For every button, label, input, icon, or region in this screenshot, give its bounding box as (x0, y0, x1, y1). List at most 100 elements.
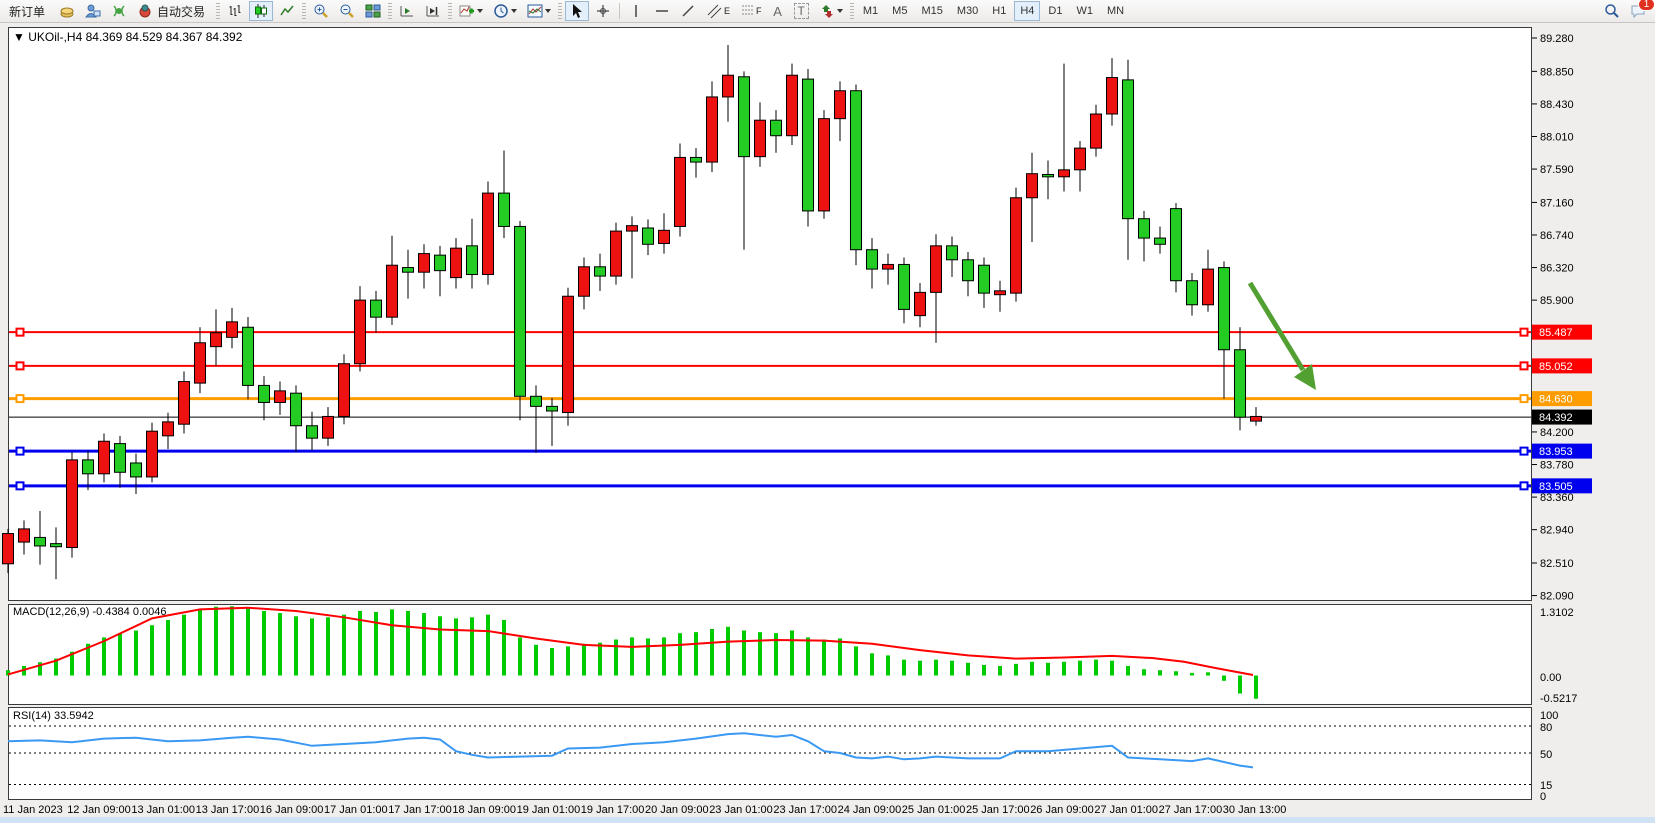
line-handle[interactable] (1521, 329, 1528, 336)
cursor-tool-button[interactable] (565, 1, 589, 21)
time-axis-label: 25 Jan 17:00 (966, 804, 1030, 816)
timeframe-H4[interactable]: H4 (1014, 1, 1040, 21)
line-chart-icon (279, 3, 295, 19)
axis-tick-label: 1.3102 (1540, 607, 1574, 619)
line-handle[interactable] (17, 395, 24, 402)
symbol-dropdown-icon[interactable]: ▼ (13, 30, 25, 44)
axis-tick-label: 100 (1540, 710, 1558, 722)
line-handle[interactable] (17, 482, 24, 489)
channel-letter: E (724, 6, 730, 16)
axis-tick-label: 80 (1540, 722, 1552, 734)
candle-body (403, 268, 414, 273)
candle-body (483, 193, 494, 274)
time-axis-label: 30 Jan 13:00 (1223, 804, 1287, 816)
candle-body (1187, 281, 1198, 305)
chart-shift-button[interactable] (421, 1, 445, 21)
axis-price-badge-label: 83.505 (1539, 481, 1573, 493)
tile-windows-icon (365, 3, 381, 19)
candle-body (531, 396, 542, 406)
axis-tick-label: 88.010 (1540, 131, 1574, 143)
candle-body (419, 254, 430, 273)
zoom-in-button[interactable] (309, 1, 333, 21)
line-handle[interactable] (17, 362, 24, 369)
axis-tick-label: -0.5217 (1540, 693, 1577, 705)
candle-body (323, 416, 334, 438)
timeframe-H1[interactable]: H1 (986, 1, 1012, 21)
timeframe-MN[interactable]: MN (1101, 1, 1130, 21)
zoom-out-button[interactable] (335, 1, 359, 21)
candle-body (675, 157, 686, 226)
candle-body (1059, 170, 1070, 177)
line-handle[interactable] (1521, 482, 1528, 489)
chat-button[interactable]: 1 (1626, 1, 1651, 21)
candle-body (1075, 148, 1086, 170)
hline-tool-button[interactable] (650, 1, 674, 21)
main-toolbar: 新订单 自动交易 (0, 0, 1655, 23)
timeframe-group: M1M5M15M30H1H4D1W1MN (856, 1, 1131, 21)
candle-body (1123, 80, 1134, 219)
market-watch-icon[interactable] (55, 1, 79, 21)
channel-tool-button[interactable]: E (702, 1, 734, 21)
label-tool-button[interactable]: T (790, 1, 813, 21)
line-handle[interactable] (1521, 448, 1528, 455)
axis-price-badge-label: 83.953 (1539, 446, 1573, 458)
candle-body (179, 382, 190, 425)
auto-trading-button[interactable]: 自动交易 (133, 1, 213, 21)
data-window-button[interactable] (81, 1, 105, 21)
candle-body (83, 460, 94, 474)
templates-button[interactable] (523, 1, 555, 21)
new-order-button[interactable]: 新订单 (1, 1, 53, 21)
chart-canvas[interactable]: 89.28088.85088.43088.01087.59087.16086.7… (0, 0, 1655, 823)
tile-windows-button[interactable] (361, 1, 385, 21)
fibonacci-tool-button[interactable]: F (736, 1, 766, 21)
candle-body (755, 120, 766, 156)
axis-price-badge-label: 84.392 (1539, 412, 1573, 424)
candle-body (1091, 114, 1102, 148)
time-axis-label: 18 Jan 09:00 (452, 804, 516, 816)
timeframe-W1[interactable]: W1 (1070, 1, 1099, 21)
timeframe-M1[interactable]: M1 (857, 1, 884, 21)
time-axis-label: 12 Jan 09:00 (67, 804, 131, 816)
candle-body (211, 333, 222, 347)
axis-tick-label: 88.850 (1540, 66, 1574, 78)
line-handle[interactable] (17, 448, 24, 455)
strategy-tester-button[interactable] (107, 1, 131, 21)
search-button[interactable] (1600, 1, 1624, 21)
profile-icon (85, 3, 101, 19)
timeframe-M15[interactable]: M15 (915, 1, 948, 21)
bar-chart-button[interactable] (223, 1, 247, 21)
timeframe-M5[interactable]: M5 (886, 1, 913, 21)
indicators-button[interactable] (455, 1, 487, 21)
periods-button[interactable] (489, 1, 521, 21)
crosshair-tool-button[interactable] (591, 1, 615, 21)
signal-icon (111, 3, 127, 19)
candle-body (147, 431, 158, 477)
text-tool-button[interactable]: A (768, 1, 788, 21)
rsi-value: 33.5942 (54, 710, 94, 722)
clock-icon (493, 3, 509, 19)
timeframe-D1[interactable]: D1 (1042, 1, 1068, 21)
candle-body (19, 529, 30, 542)
auto-scroll-button[interactable] (395, 1, 419, 21)
time-axis-label: 19 Jan 17:00 (581, 804, 645, 816)
candlestick-chart-button[interactable] (249, 1, 273, 21)
timeframe-M30[interactable]: M30 (951, 1, 984, 21)
shapes-tool-button[interactable] (815, 1, 847, 21)
line-handle[interactable] (1521, 362, 1528, 369)
vline-tool-button[interactable] (624, 1, 648, 21)
candle-body (963, 260, 974, 281)
trendline-tool-button[interactable] (676, 1, 700, 21)
axis-tick-label: 0.00 (1540, 672, 1561, 684)
line-handle[interactable] (1521, 395, 1528, 402)
candle-body (931, 246, 942, 293)
axis-price-badge-label: 84.630 (1539, 394, 1573, 406)
line-handle[interactable] (17, 329, 24, 336)
candle-body (115, 444, 126, 473)
candle-body (1155, 238, 1166, 244)
chart-title[interactable]: ▼ UKOil-,H4 84.369 84.529 84.367 84.392 (13, 30, 242, 44)
candle-body (243, 327, 254, 385)
macd-values: -0.4384 0.0046 (92, 606, 166, 618)
candle-body (371, 300, 382, 317)
price-axis: 89.28088.85088.43088.01087.59087.16086.7… (1532, 33, 1592, 803)
line-chart-button[interactable] (275, 1, 299, 21)
